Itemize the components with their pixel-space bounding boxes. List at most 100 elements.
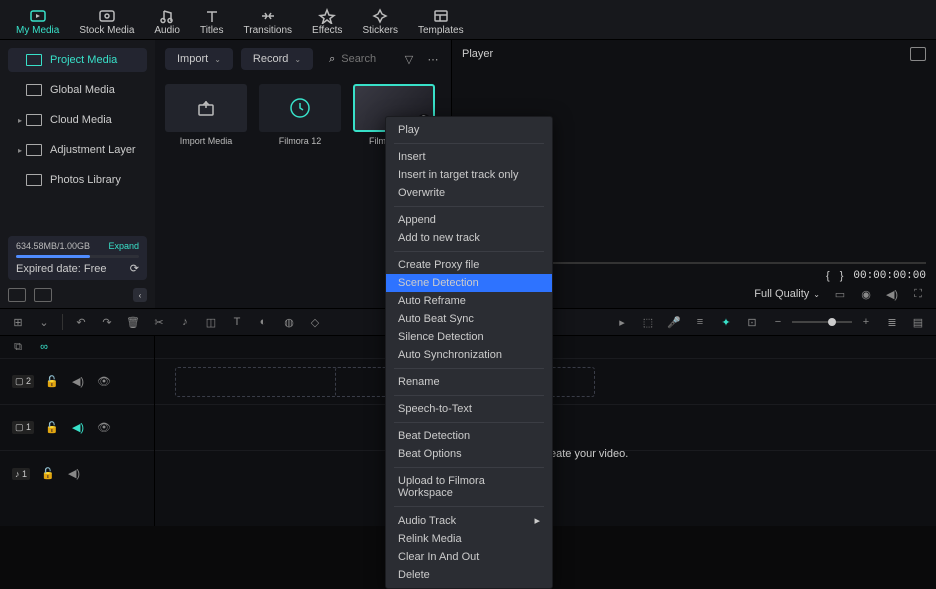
mark-in-icon[interactable]: { [826,270,830,282]
lock-icon[interactable]: 🔓 [44,374,60,390]
eye-icon[interactable]: 👁 [96,420,112,436]
media-item[interactable]: Import Media [165,84,247,146]
music-icon[interactable]: ♪ [177,314,193,330]
quality-label[interactable]: Full Quality [754,288,809,300]
ctx-relink-media[interactable]: Relink Media [386,530,552,548]
display-icon[interactable]: ▭ [832,286,848,302]
cut-icon[interactable]: ✂ [151,314,167,330]
ctx-label: Auto Beat Sync [398,313,474,325]
folder-icon[interactable] [34,288,52,302]
ctx-overwrite[interactable]: Overwrite [386,184,552,202]
lock-icon[interactable]: 🔓 [40,466,56,482]
ctx-rename[interactable]: Rename [386,373,552,391]
sidebar-item-global-media[interactable]: Global Media [8,78,147,102]
view-list-icon[interactable]: ≣ [884,314,900,330]
sidebar-item-cloud-media[interactable]: ▸Cloud Media [8,108,147,132]
folder-icon [26,84,42,96]
folder-icon [26,114,42,126]
record-dropdown[interactable]: Record⌄ [241,48,313,70]
ctx-play[interactable]: Play [386,121,552,139]
sidebar-item-label: Cloud Media [50,114,112,126]
ctx-beat-detection: Beat Detection [386,427,552,445]
media-label: Import Media [180,136,233,146]
redo-icon[interactable]: ↷ [99,314,115,330]
text-icon[interactable]: T [229,314,245,330]
fullscreen-icon[interactable]: ⛶ [910,286,926,302]
marker-icon[interactable]: ⬚ [640,314,656,330]
tab-label: Templates [418,25,464,36]
sidebar-item-label: Project Media [50,54,117,66]
volume-icon[interactable]: ◀) [884,286,900,302]
ctx-label: Append [398,214,436,226]
mic-icon[interactable]: 🎤 [666,314,682,330]
bin-icon[interactable] [8,288,26,302]
sidebar-item-project-media[interactable]: Project Media [8,48,147,72]
color-icon[interactable]: ◍ [281,314,297,330]
ctx-audio-track[interactable]: Audio Track▸ [386,511,552,530]
search-input[interactable] [341,53,385,65]
ctx-silence-detection[interactable]: Silence Detection [386,328,552,346]
tab-titles[interactable]: Titles [190,4,234,36]
mute-icon[interactable]: ◀) [70,420,86,436]
layers-icon[interactable]: ⧉ [10,339,26,355]
tab-audio[interactable]: Audio [144,4,190,36]
refresh-icon[interactable]: ⟳ [130,262,139,275]
zoom-in-icon[interactable]: + [858,314,874,330]
snapshot-icon[interactable]: ◉ [858,286,874,302]
tab-label: Stickers [362,25,398,36]
snap-icon[interactable]: ⊡ [744,314,760,330]
sidebar-item-photos-library[interactable]: Photos Library [8,168,147,192]
render-icon[interactable]: ✦ [718,314,734,330]
player-timecode: 00:00:00:00 [853,270,926,282]
mixer-icon[interactable]: ≡ [692,314,708,330]
mute-icon[interactable]: ◀) [66,466,82,482]
play-icon[interactable]: ▸ [614,314,630,330]
zoom-out-icon[interactable]: − [770,314,786,330]
ctx-scene-detection[interactable]: Scene Detection [386,274,552,292]
ctx-insert-in-target-track-only[interactable]: Insert in target track only [386,166,552,184]
media-label: Filmora 12 [279,136,322,146]
tab-transitions[interactable]: Transitions [234,4,303,36]
view-grid-icon[interactable]: ▤ [910,314,926,330]
grid-icon[interactable]: ⊞ [10,314,26,330]
undo-icon[interactable]: ↶ [73,314,89,330]
keyframe-icon[interactable]: ◇ [307,314,323,330]
folder-icon [26,54,42,66]
clip-icon [288,96,312,120]
ctx-add-to-new-track[interactable]: Add to new track [386,229,552,247]
ctx-append[interactable]: Append [386,211,552,229]
ctx-label: Insert [398,151,426,163]
eye-icon[interactable]: 👁 [96,374,112,390]
tab-stock-media[interactable]: Stock Media [69,4,144,36]
speed-icon[interactable]: ◐ [255,314,271,330]
zoom-slider[interactable] [792,321,852,323]
crop-icon[interactable]: ◫ [203,314,219,330]
import-dropdown[interactable]: Import⌄ [165,48,233,70]
ctx-delete[interactable]: Delete [386,566,552,584]
sidebar-item-adjustment-layer[interactable]: ▸Adjustment Layer [8,138,147,162]
mark-out-icon[interactable]: } [840,270,844,282]
tab-my-media[interactable]: My Media [6,4,69,36]
ctx-auto-beat-sync[interactable]: Auto Beat Sync [386,310,552,328]
ctx-label: Beat Detection [398,430,470,442]
more-icon[interactable]: ⋯ [425,51,441,67]
lock-icon[interactable]: 🔓 [44,420,60,436]
ctx-create-proxy-file[interactable]: Create Proxy file [386,256,552,274]
ctx-label: Delete [398,569,430,581]
chevron-down-icon[interactable]: ⌄ [36,314,52,330]
tab-templates[interactable]: Templates [408,4,474,36]
ctx-insert[interactable]: Insert [386,148,552,166]
tab-stickers[interactable]: Stickers [352,4,408,36]
ctx-speech-to-text[interactable]: Speech-to-Text [386,400,552,418]
picture-icon[interactable] [910,47,926,61]
tab-effects[interactable]: Effects [302,4,352,36]
storage-expand[interactable]: Expand [108,241,139,251]
link-icon[interactable]: ∞ [36,339,52,355]
delete-icon[interactable]: 🗑 [125,314,141,330]
collapse-sidebar-icon[interactable]: ‹ [133,288,147,302]
mute-icon[interactable]: ◀) [70,374,86,390]
media-item[interactable]: Filmora 12 [259,84,341,146]
filter-icon[interactable]: ▽ [401,51,417,67]
chevron-right-icon: ▸ [534,514,540,527]
ctx-upload-to-filmora-workspace[interactable]: Upload to Filmora Workspace [386,472,552,502]
